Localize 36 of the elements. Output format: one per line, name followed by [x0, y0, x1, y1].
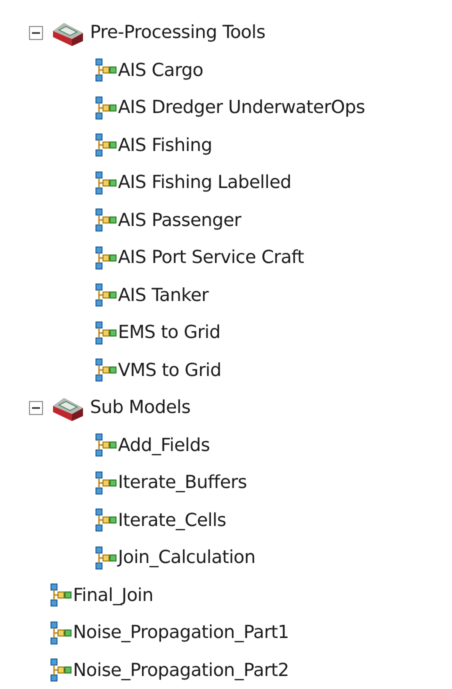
model-name[interactable]: AIS Dredger UnderwaterOps [118, 97, 365, 118]
model-icon [95, 470, 117, 495]
model-name[interactable]: Join_Calculation [118, 547, 256, 568]
model-icon [50, 658, 72, 682]
model-icon [95, 320, 117, 345]
model-name[interactable]: AIS Port Service Craft [118, 247, 304, 268]
toolbox-name[interactable]: Pre-Processing Tools [90, 22, 266, 44]
model-icon [95, 358, 117, 382]
model-name[interactable]: Noise_Propagation_Part1 [73, 622, 289, 644]
collapse-icon[interactable] [29, 400, 43, 415]
model-icon [95, 283, 117, 308]
model-icon [95, 133, 117, 158]
model-name[interactable]: Add_Fields [118, 434, 210, 456]
toolbox-name[interactable]: Sub Models [90, 397, 190, 418]
model-name[interactable]: EMS to Grid [118, 322, 220, 344]
model-name[interactable]: AIS Fishing [118, 134, 212, 156]
model-name[interactable]: Final_Join [73, 584, 154, 606]
collapse-icon[interactable] [29, 26, 43, 40]
model-name[interactable]: VMS to Grid [118, 360, 222, 381]
model-icon [50, 620, 72, 645]
model-icon [95, 546, 117, 570]
model-icon [95, 433, 117, 458]
model-icon [95, 208, 117, 232]
model-name[interactable]: AIS Fishing Labelled [118, 172, 292, 194]
model-icon [95, 170, 117, 195]
model-icon [50, 583, 72, 608]
model-icon [95, 508, 117, 532]
model-icon [95, 58, 117, 82]
model-name[interactable]: Noise_Propagation_Part2 [73, 660, 289, 681]
model-icon [95, 96, 117, 120]
model-name[interactable]: Iterate_Buffers [118, 472, 247, 494]
model-name[interactable]: Iterate_Cells [118, 510, 226, 531]
model-name[interactable]: AIS Passenger [118, 210, 242, 231]
model-icon [95, 246, 117, 270]
model-name[interactable]: AIS Cargo [118, 60, 204, 81]
model-name[interactable]: AIS Tanker [118, 284, 208, 306]
